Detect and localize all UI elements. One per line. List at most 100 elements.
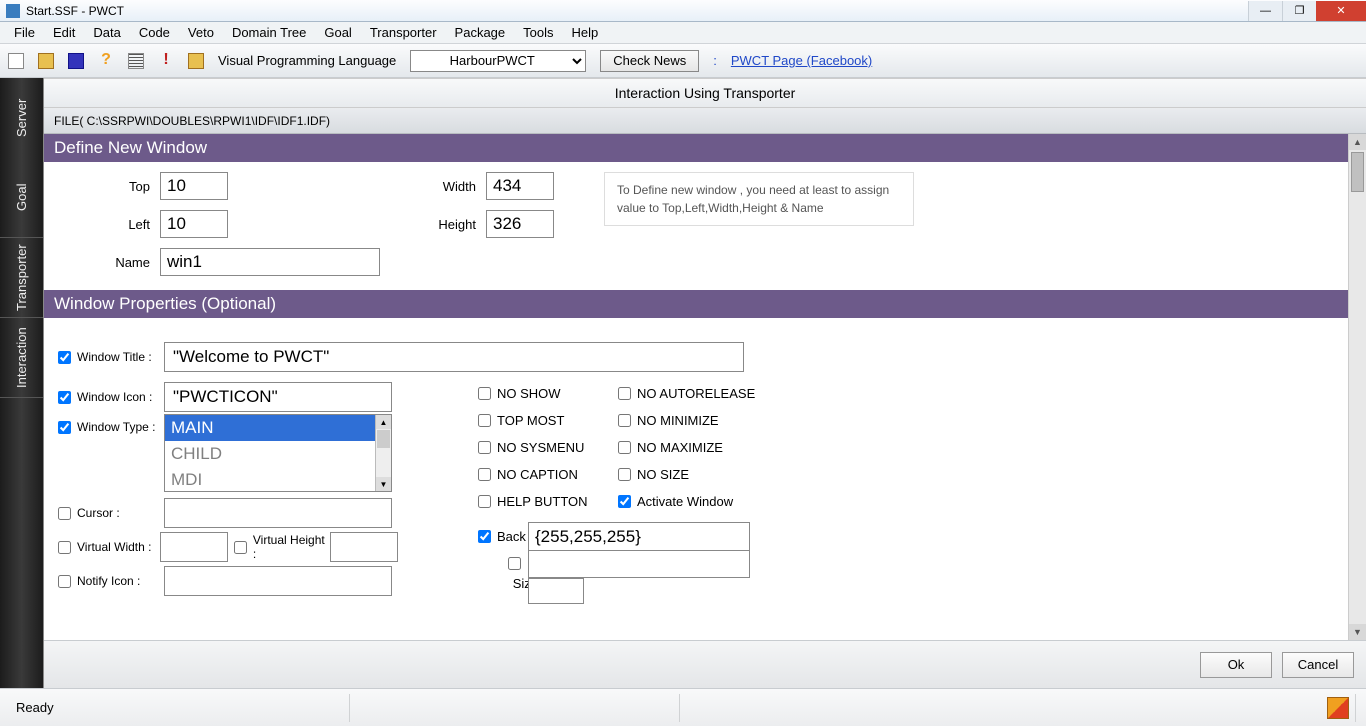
menu-edit[interactable]: Edit <box>45 23 83 42</box>
new-icon[interactable] <box>8 53 24 69</box>
name-input[interactable] <box>160 248 380 276</box>
no-size-label: NO SIZE <box>637 467 797 482</box>
sidebar-transporter[interactable]: Transporter <box>0 238 43 318</box>
status-text: Ready <box>10 694 350 722</box>
back-color-input[interactable] <box>528 522 750 552</box>
no-caption-check[interactable] <box>478 468 491 481</box>
type-child[interactable]: CHILD <box>165 441 375 467</box>
window-title-check[interactable] <box>58 351 71 364</box>
top-most-label: TOP MOST <box>497 413 598 428</box>
notify-icon-input[interactable] <box>164 566 392 596</box>
cursor-check[interactable] <box>58 507 71 520</box>
top-most-check[interactable] <box>478 414 491 427</box>
save-icon[interactable] <box>68 53 84 69</box>
back-color-check[interactable] <box>478 530 491 543</box>
pwct-facebook-link[interactable]: PWCT Page (Facebook) <box>731 53 872 68</box>
list-icon[interactable] <box>128 53 144 69</box>
top-label: Top <box>104 179 150 194</box>
minimize-button[interactable]: — <box>1248 1 1282 21</box>
notify-icon-label: Notify Icon : <box>77 574 140 588</box>
menu-tools[interactable]: Tools <box>515 23 561 42</box>
type-scrollbar[interactable]: ▲▼ <box>375 415 391 491</box>
font-input[interactable] <box>528 550 750 578</box>
sidebar-server[interactable]: Server <box>0 78 43 158</box>
no-minimize-label: NO MINIMIZE <box>637 413 797 428</box>
close-button[interactable]: ✕ <box>1316 1 1366 21</box>
height-label: Height <box>430 217 476 232</box>
sidebar-goal[interactable]: Goal <box>0 158 43 238</box>
titlebar: Start.SSF - PWCT — ❐ ✕ <box>0 0 1366 22</box>
menu-data[interactable]: Data <box>85 23 128 42</box>
cancel-button[interactable]: Cancel <box>1282 652 1354 678</box>
menu-file[interactable]: File <box>6 23 43 42</box>
window-type-list[interactable]: MAIN CHILD MDI ▲▼ <box>164 414 392 492</box>
check-news-button[interactable]: Check News <box>600 50 699 72</box>
virtual-width-input[interactable] <box>160 532 228 562</box>
no-autorelease-label: NO AUTORELEASE <box>637 386 797 401</box>
status-rest <box>680 694 1356 722</box>
menubar: File Edit Data Code Veto Domain Tree Goa… <box>0 22 1366 44</box>
left-input[interactable] <box>160 210 228 238</box>
window-icon-check[interactable] <box>58 391 71 404</box>
link-prefix: : <box>713 53 717 68</box>
no-size-check[interactable] <box>618 468 631 481</box>
menu-goal[interactable]: Goal <box>316 23 359 42</box>
ok-button[interactable]: Ok <box>1200 652 1272 678</box>
window-title-input[interactable] <box>164 342 744 372</box>
no-sysmenu-label: NO SYSMENU <box>497 440 598 455</box>
menu-domain-tree[interactable]: Domain Tree <box>224 23 314 42</box>
height-input[interactable] <box>486 210 554 238</box>
no-show-label: NO SHOW <box>497 386 598 401</box>
file-path: FILE( C:\SSRPWI\DOUBLES\RPWI1\IDF\IDF1.I… <box>44 108 1366 134</box>
window-title-label: Window Title : <box>77 350 152 364</box>
virtual-height-input[interactable] <box>330 532 398 562</box>
folder-icon[interactable] <box>188 53 204 69</box>
no-show-check[interactable] <box>478 387 491 400</box>
virtual-width-label: Virtual Width : <box>77 540 151 554</box>
define-help: To Define new window , you need at least… <box>604 172 914 226</box>
form-scrollbar[interactable]: ▲ ▼ <box>1348 134 1366 640</box>
no-autorelease-check[interactable] <box>618 387 631 400</box>
type-mdi[interactable]: MDI <box>165 467 375 491</box>
help-button-check[interactable] <box>478 495 491 508</box>
language-select[interactable]: HarbourPWCT <box>410 50 586 72</box>
warn-icon[interactable]: ! <box>158 53 174 69</box>
font-check[interactable] <box>508 557 521 570</box>
sidebar: Server Goal Transporter Interaction <box>0 78 44 688</box>
width-input[interactable] <box>486 172 554 200</box>
virtual-height-check[interactable] <box>234 541 247 554</box>
app-icon <box>6 4 20 18</box>
left-label: Left <box>104 217 150 232</box>
help-button-label: HELP BUTTON <box>497 494 598 509</box>
menu-help[interactable]: Help <box>564 23 607 42</box>
menu-package[interactable]: Package <box>447 23 514 42</box>
no-maximize-check[interactable] <box>618 441 631 454</box>
no-caption-label: NO CAPTION <box>497 467 598 482</box>
shield-icon[interactable] <box>1327 697 1349 719</box>
main: Server Goal Transporter Interaction Inte… <box>0 78 1366 688</box>
size-input[interactable] <box>528 578 584 604</box>
no-sysmenu-check[interactable] <box>478 441 491 454</box>
window-type-label: Window Type : <box>77 420 155 434</box>
menu-veto[interactable]: Veto <box>180 23 222 42</box>
content: Interaction Using Transporter FILE( C:\S… <box>44 78 1366 688</box>
props-area: Window Title : Window Icon : Window Type… <box>44 318 1348 614</box>
cursor-input[interactable] <box>164 498 392 528</box>
virtual-width-check[interactable] <box>58 541 71 554</box>
menu-transporter[interactable]: Transporter <box>362 23 445 42</box>
maximize-button[interactable]: ❐ <box>1282 1 1316 21</box>
help-icon[interactable]: ? <box>98 53 114 69</box>
menu-code[interactable]: Code <box>131 23 178 42</box>
type-main[interactable]: MAIN <box>165 415 375 441</box>
window-type-check[interactable] <box>58 421 71 434</box>
no-minimize-check[interactable] <box>618 414 631 427</box>
notify-icon-check[interactable] <box>58 575 71 588</box>
sidebar-interaction[interactable]: Interaction <box>0 318 43 398</box>
language-label: Visual Programming Language <box>218 53 396 68</box>
activate-window-check[interactable] <box>618 495 631 508</box>
window-icon-input[interactable] <box>164 382 392 412</box>
status-mid <box>350 694 680 722</box>
open-icon[interactable] <box>38 53 54 69</box>
activate-window-label: Activate Window <box>637 494 797 509</box>
top-input[interactable] <box>160 172 228 200</box>
